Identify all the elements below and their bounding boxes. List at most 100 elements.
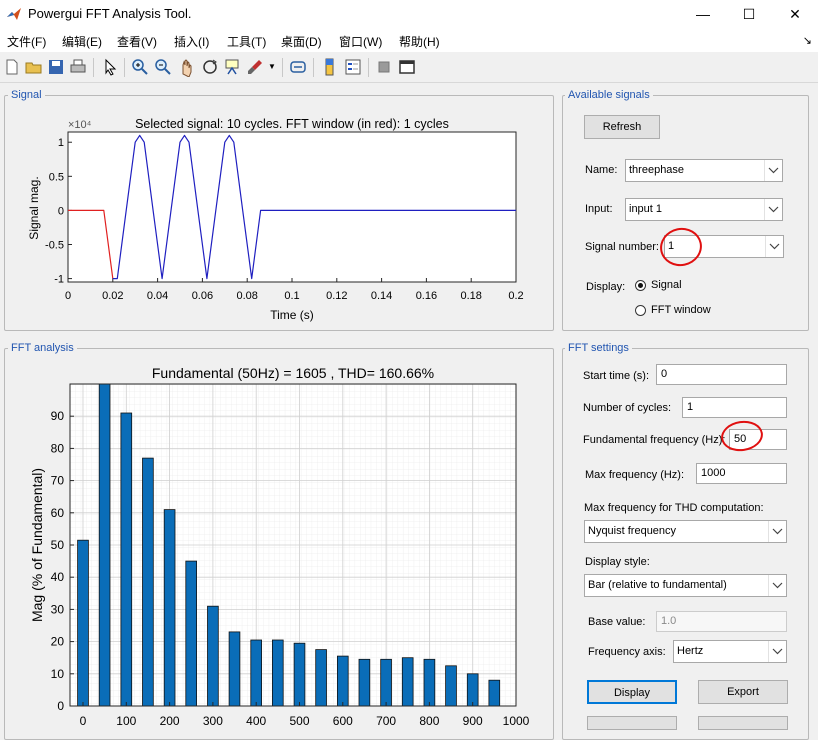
save-icon[interactable] bbox=[46, 57, 66, 77]
radio-signal[interactable] bbox=[635, 280, 646, 291]
x-tick-label: 0.16 bbox=[416, 290, 437, 302]
name-select-value: threephase bbox=[629, 164, 685, 176]
signal-exponent-label: ×10⁴ bbox=[68, 119, 92, 131]
pointer-icon[interactable] bbox=[100, 57, 120, 77]
menu-desktop[interactable]: 桌面(D) bbox=[281, 33, 322, 50]
signal-plot-title: Selected signal: 10 cycles. FFT window (… bbox=[135, 117, 449, 131]
menu-window[interactable]: 窗口(W) bbox=[339, 33, 382, 50]
zoom-out-icon[interactable] bbox=[153, 57, 173, 77]
radio-signal-label[interactable]: Signal bbox=[651, 279, 682, 291]
display-label: Display: bbox=[586, 281, 626, 293]
toolbar-separator bbox=[124, 58, 125, 77]
lower-button-left[interactable] bbox=[587, 716, 677, 730]
fft-bar bbox=[207, 605, 219, 707]
x-tick-label: 800 bbox=[419, 714, 439, 728]
signal-plot[interactable]: Selected signal: 10 cycles. FFT window (… bbox=[0, 100, 552, 328]
fft-settings-title: FFT settings bbox=[565, 342, 632, 354]
radio-fft-window-label[interactable]: FFT window bbox=[651, 304, 711, 316]
chevron-down-icon bbox=[768, 641, 783, 662]
menu-help[interactable]: 帮助(H) bbox=[399, 33, 440, 50]
display-button[interactable]: Display bbox=[587, 680, 677, 704]
thd-frequency-label: Max frequency for THD computation: bbox=[584, 502, 764, 514]
chevron-down-icon bbox=[768, 575, 783, 596]
fft-bar bbox=[98, 383, 111, 707]
start-time-input[interactable]: 0 bbox=[656, 364, 787, 385]
y-tick-label: -0.5 bbox=[45, 240, 64, 252]
toolbar-separator bbox=[368, 58, 369, 77]
frequency-axis-value: Hertz bbox=[677, 645, 704, 657]
x-tick-label: 0.06 bbox=[192, 290, 213, 302]
fft-bar bbox=[120, 412, 133, 707]
y-tick-label: 30 bbox=[51, 602, 65, 616]
new-file-icon[interactable] bbox=[2, 57, 22, 77]
close-button[interactable]: ✕ bbox=[772, 0, 818, 28]
pan-icon[interactable] bbox=[177, 57, 197, 77]
x-tick-label: 0.14 bbox=[371, 290, 392, 302]
x-tick-label: 0.12 bbox=[326, 290, 347, 302]
name-select[interactable]: threephase bbox=[625, 159, 783, 182]
fft-bar bbox=[423, 658, 436, 707]
minimize-button[interactable]: — bbox=[680, 0, 726, 28]
open-folder-icon[interactable] bbox=[24, 57, 44, 77]
lower-button-right[interactable] bbox=[698, 716, 788, 730]
fft-bar bbox=[163, 509, 176, 707]
fft-bar bbox=[228, 631, 241, 707]
dock-arrow-icon[interactable]: ↘ bbox=[803, 34, 812, 47]
cycles-input[interactable]: 1 bbox=[682, 397, 787, 418]
frequency-axis-select[interactable]: Hertz bbox=[673, 640, 787, 663]
chevron-down-icon bbox=[768, 521, 783, 542]
thd-frequency-select[interactable]: Nyquist frequency bbox=[584, 520, 787, 543]
link-icon[interactable] bbox=[288, 57, 308, 77]
toolbar-separator bbox=[282, 58, 283, 77]
fft-plot-title: Fundamental (50Hz) = 1605 , THD= 160.66% bbox=[152, 365, 434, 381]
refresh-button[interactable]: Refresh bbox=[584, 115, 660, 139]
zoom-in-icon[interactable] bbox=[130, 57, 150, 77]
rotate-icon[interactable] bbox=[200, 57, 220, 77]
input-label: Input: bbox=[585, 203, 613, 215]
brush-dropdown-icon[interactable]: ▼ bbox=[268, 62, 276, 71]
display-style-value: Bar (relative to fundamental) bbox=[588, 579, 727, 591]
menu-insert[interactable]: 插入(I) bbox=[174, 33, 209, 50]
hide-plot-icon[interactable] bbox=[374, 57, 394, 77]
y-tick-label: 80 bbox=[51, 441, 65, 455]
radio-fft-window[interactable] bbox=[635, 305, 646, 316]
input-select[interactable]: input 1 bbox=[625, 198, 783, 221]
y-tick-label: 40 bbox=[51, 570, 65, 584]
x-tick-label: 0.04 bbox=[147, 290, 168, 302]
data-cursor-icon[interactable] bbox=[222, 57, 242, 77]
export-button[interactable]: Export bbox=[698, 680, 788, 704]
available-signals-title: Available signals bbox=[565, 89, 653, 101]
signal-ylabel: Signal mag. bbox=[27, 176, 41, 239]
x-tick-label: 0.2 bbox=[508, 290, 523, 302]
y-tick-label: 0 bbox=[58, 205, 64, 217]
chevron-down-icon bbox=[764, 199, 779, 220]
menu-tools[interactable]: 工具(T) bbox=[227, 33, 266, 50]
x-tick-label: 0.1 bbox=[284, 290, 299, 302]
max-frequency-input[interactable]: 1000 bbox=[696, 463, 787, 484]
fft-bar-plot[interactable]: 0 100 200 300 400 500 600 700 800 900 1000 0 10 20 30 4… bbox=[0, 355, 552, 730]
legend-icon[interactable] bbox=[343, 57, 363, 77]
thd-frequency-value: Nyquist frequency bbox=[588, 525, 677, 537]
fft-bar bbox=[358, 658, 371, 707]
base-value-label: Base value: bbox=[588, 616, 646, 628]
menu-edit[interactable]: 编辑(E) bbox=[62, 33, 102, 50]
fft-bar bbox=[293, 642, 306, 707]
display-style-select[interactable]: Bar (relative to fundamental) bbox=[584, 574, 787, 597]
fft-bar bbox=[336, 655, 349, 707]
max-frequency-label: Max frequency (Hz): bbox=[585, 469, 685, 481]
maximize-button[interactable]: ☐ bbox=[726, 0, 772, 28]
matlab-app-icon bbox=[7, 8, 21, 20]
signal-xlabel: Time (s) bbox=[270, 308, 314, 322]
print-icon[interactable] bbox=[68, 57, 88, 77]
menu-file[interactable]: 文件(F) bbox=[7, 33, 46, 50]
fundamental-frequency-label: Fundamental frequency (Hz): bbox=[583, 434, 726, 446]
x-tick-label: 1000 bbox=[503, 714, 530, 728]
base-value-input: 1.0 bbox=[656, 611, 787, 632]
name-label: Name: bbox=[585, 164, 618, 176]
brush-icon[interactable] bbox=[245, 57, 265, 77]
close-icon: ✕ bbox=[789, 6, 801, 22]
show-plot-icon[interactable] bbox=[397, 57, 417, 77]
menu-view[interactable]: 查看(V) bbox=[117, 33, 157, 50]
colorbar-icon[interactable] bbox=[320, 57, 340, 77]
x-tick-label: 400 bbox=[246, 714, 266, 728]
